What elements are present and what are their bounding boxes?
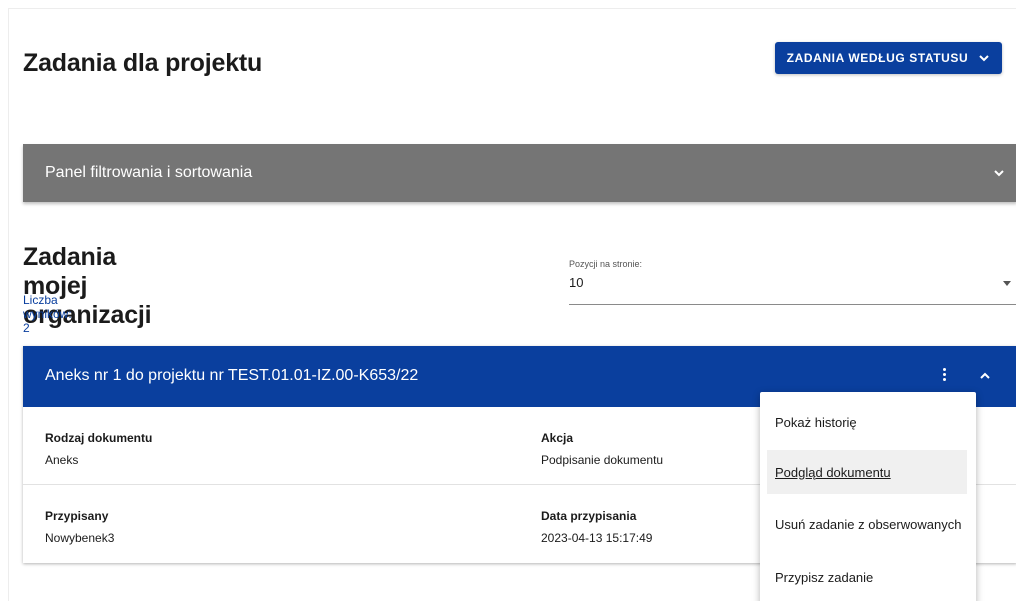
- menu-item-show-history[interactable]: Pokaż historię: [767, 400, 967, 444]
- task-context-menu: Pokaż historię Podgląd dokumentu Usuń za…: [760, 392, 976, 601]
- assigned-date-label: Data przypisania: [541, 509, 637, 523]
- tasks-by-status-label: ZADANIA WEDŁUG STATUSU: [786, 51, 969, 65]
- chevron-down-icon[interactable]: [993, 167, 1005, 179]
- page-title: Zadania dla projektu: [23, 49, 263, 77]
- tasks-by-status-button[interactable]: ZADANIA WEDŁUG STATUSU: [775, 42, 1002, 74]
- more-vertical-icon[interactable]: [941, 368, 947, 384]
- chevron-up-icon[interactable]: [979, 370, 991, 382]
- page-container: Zadania dla projektu ZADANIA WEDŁUG STAT…: [8, 8, 1016, 601]
- assignee-label: Przypisany: [45, 509, 109, 523]
- menu-item-preview-document[interactable]: Podgląd dokumentu: [767, 450, 967, 494]
- task-title: Aneks nr 1 do projektu nr TEST.01.01-IZ.…: [45, 367, 419, 384]
- items-per-page-select[interactable]: Pozycji na stronie: 10: [569, 259, 1016, 305]
- menu-item-unwatch-task[interactable]: Usuń zadanie z obserwowanych: [767, 502, 967, 546]
- assigned-date-value: 2023-04-13 15:17:49: [541, 531, 653, 545]
- document-type-label: Rodzaj dokumentu: [45, 431, 153, 445]
- menu-item-assign-task[interactable]: Przypisz zadanie: [767, 555, 967, 599]
- dropdown-arrow-icon: [1003, 281, 1011, 286]
- action-value: Podpisanie dokumentu: [541, 453, 664, 467]
- results-count: Liczba wyników: 2: [23, 293, 72, 335]
- filter-panel-label: Panel filtrowania i sortowania: [45, 164, 253, 181]
- chevron-down-icon: [979, 55, 990, 62]
- document-type-value: Aneks: [45, 453, 79, 467]
- assignee-value: Nowybenek3: [45, 531, 115, 545]
- items-per-page-label: Pozycji na stronie:: [569, 259, 643, 269]
- filter-sort-panel[interactable]: Panel filtrowania i sortowania: [23, 144, 1016, 202]
- action-label: Akcja: [541, 431, 574, 445]
- items-per-page-value: 10: [569, 275, 584, 290]
